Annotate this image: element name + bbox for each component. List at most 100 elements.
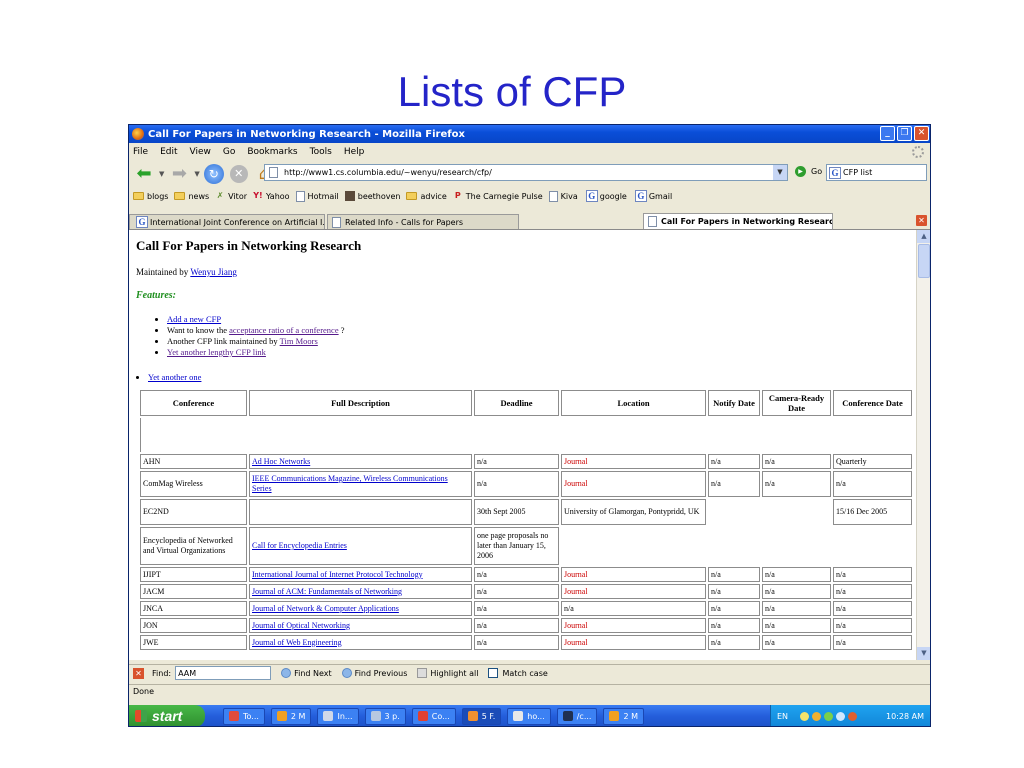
maintainer-link[interactable]: Wenyu Jiang — [190, 267, 237, 277]
scroll-down-icon[interactable]: ▼ — [917, 647, 930, 660]
bookmark-beethoven[interactable]: beethoven — [344, 191, 400, 201]
tray-icon[interactable] — [812, 711, 822, 721]
taskbar-item[interactable]: In... — [317, 707, 359, 725]
tab-ijcai[interactable]: G International Joint Conference on Arti… — [129, 214, 325, 229]
search-box[interactable]: G CFP list — [826, 164, 927, 181]
taskbar-item[interactable]: 3 p. — [364, 707, 406, 725]
windows-taskbar: start To... 2 M In... 3 p. Co... 5 F. ho… — [129, 705, 930, 726]
description-link[interactable]: Journal of ACM: Fundamentals of Networki… — [252, 587, 402, 596]
go-button[interactable]: ▶ Go — [795, 166, 822, 177]
menu-help[interactable]: Help — [344, 147, 365, 157]
menu-file[interactable]: File — [133, 147, 148, 157]
match-case-checkbox[interactable]: Match case — [488, 668, 548, 678]
find-next-button[interactable]: Find Next — [281, 668, 332, 678]
forward-dropdown-icon[interactable]: ▼ — [194, 170, 199, 178]
highlight-label: Highlight all — [430, 668, 479, 678]
find-input[interactable]: AAM — [175, 666, 272, 680]
features-list: Add a new CFP Want to know the acceptanc… — [167, 314, 345, 358]
menu-bookmarks[interactable]: Bookmarks — [247, 147, 297, 157]
list-item: Yet another lengthy CFP link — [167, 347, 345, 358]
page-icon — [648, 216, 657, 227]
header-conference: Conference — [140, 390, 247, 416]
cell-description: Call for Encyclopedia Entries — [249, 527, 472, 565]
tray-icon[interactable] — [836, 711, 846, 721]
taskbar-item[interactable]: /c... — [556, 707, 598, 725]
taskbar-item[interactable]: 2 M — [270, 707, 312, 725]
bookmarks-toolbar: blogs news ✗ Vitor Y! Yahoo Hotmail beetho… — [129, 188, 930, 204]
close-button[interactable]: ✕ — [914, 126, 929, 141]
folder-icon — [174, 192, 186, 200]
forward-arrow-icon[interactable]: ➡ — [168, 164, 190, 182]
list-item: Another CFP link maintained by Tim Moors — [167, 336, 345, 347]
cell-description: Journal of Network & Computer Applicatio… — [249, 601, 472, 616]
back-arrow-icon[interactable]: ⬅ — [133, 164, 155, 182]
vertical-scrollbar[interactable]: ▲ ▼ — [916, 230, 930, 660]
description-link[interactable]: Journal of Optical Networking — [252, 621, 350, 630]
tray-icon[interactable] — [824, 711, 834, 721]
bookmark-vitor[interactable]: ✗ Vitor — [215, 191, 247, 201]
close-find-icon[interactable]: ✕ — [133, 667, 144, 679]
task-label: To... — [243, 711, 259, 721]
description-link[interactable]: Journal of Web Engineering — [252, 638, 342, 647]
menu-view[interactable]: View — [190, 147, 211, 157]
lengthy-cfp-link[interactable]: Yet another lengthy CFP link — [167, 347, 266, 357]
bookmark-carnegie-pulse[interactable]: P The Carnegie Pulse — [453, 191, 543, 201]
cell-date: n/a — [833, 618, 912, 633]
url-dropdown-icon[interactable]: ▼ — [773, 165, 787, 180]
find-previous-button[interactable]: Find Previous — [341, 668, 407, 678]
cell-date: 15/16 Dec 2005 — [833, 499, 912, 525]
taskbar-item[interactable]: 5 F. — [461, 707, 502, 725]
description-link[interactable]: International Journal of Internet Protoc… — [252, 570, 423, 579]
tab-networking-cfp[interactable]: Call For Papers in Networking Research — [643, 213, 833, 229]
cell-deadline: 30th Sept 2005 — [474, 499, 559, 525]
bookmark-advice[interactable]: advice — [406, 192, 447, 201]
bookmark-yahoo[interactable]: Y! Yahoo — [253, 191, 289, 201]
cell-camera: n/a — [762, 601, 831, 616]
menu-go[interactable]: Go — [223, 147, 235, 157]
taskbar-item[interactable]: ho... — [507, 707, 551, 725]
tray-icon[interactable] — [848, 711, 858, 721]
start-button[interactable]: start — [129, 705, 205, 726]
yet-another-link[interactable]: Yet another one — [148, 372, 201, 382]
table-row: EC2ND 30th Sept 2005 University of Glamo… — [140, 499, 912, 525]
description-link[interactable]: Ad Hoc Networks — [252, 457, 310, 466]
menu-tools[interactable]: Tools — [310, 147, 332, 157]
tab-label: Call For Papers in Networking Research — [661, 217, 833, 226]
bookmark-news[interactable]: news — [174, 192, 209, 201]
acceptance-ratio-link[interactable]: acceptance ratio of a conference — [229, 325, 338, 335]
google-search-icon[interactable]: G — [829, 166, 841, 179]
tab-related-info[interactable]: Related Info - Calls for Papers — [327, 214, 519, 229]
close-tab-icon[interactable]: ✕ — [916, 215, 927, 226]
vitor-icon: ✗ — [216, 191, 224, 200]
description-link[interactable]: Journal of Network & Computer Applicatio… — [252, 604, 399, 613]
maximize-button[interactable]: ❐ — [897, 126, 912, 141]
tray-icon[interactable] — [800, 711, 810, 721]
tab-label: International Joint Conference on Artifi… — [150, 217, 325, 227]
add-cfp-link[interactable]: Add a new CFP — [167, 314, 221, 324]
description-link[interactable]: IEEE Communications Magazine, Wireless C… — [252, 474, 448, 493]
url-bar[interactable]: http://www1.cs.columbia.edu/~wenyu/resea… — [264, 164, 788, 181]
scroll-up-icon[interactable]: ▲ — [917, 230, 930, 243]
menu-edit[interactable]: Edit — [160, 147, 177, 157]
minimize-button[interactable]: _ — [880, 126, 895, 141]
bookmark-hotmail[interactable]: Hotmail — [295, 190, 339, 202]
scroll-thumb[interactable] — [918, 244, 930, 278]
stop-icon[interactable]: ✕ — [229, 164, 248, 183]
table-row: JON Journal of Optical Networking n/a Jo… — [140, 618, 912, 633]
highlight-all-button[interactable]: Highlight all — [417, 668, 478, 678]
bookmark-blogs[interactable]: blogs — [133, 192, 168, 201]
bookmark-gmail[interactable]: G Gmail — [633, 190, 672, 202]
cell-location: Journal — [561, 618, 706, 633]
reload-icon[interactable]: ↻ — [203, 163, 224, 184]
tim-moors-link[interactable]: Tim Moors — [280, 336, 318, 346]
language-indicator[interactable]: EN — [777, 712, 788, 721]
cell-date: n/a — [833, 471, 912, 497]
taskbar-item[interactable]: To... — [223, 707, 265, 725]
bookmark-kiva[interactable]: Kiva — [548, 190, 578, 202]
taskbar-item[interactable]: 2 M — [603, 707, 644, 725]
back-dropdown-icon[interactable]: ▼ — [159, 170, 164, 178]
description-link[interactable]: Call for Encyclopedia Entries — [252, 541, 347, 550]
taskbar-item[interactable]: Co... — [411, 707, 456, 725]
window-titlebar[interactable]: Call For Papers in Networking Research -… — [129, 125, 930, 143]
bookmark-google[interactable]: Ggoogle — [584, 190, 627, 202]
